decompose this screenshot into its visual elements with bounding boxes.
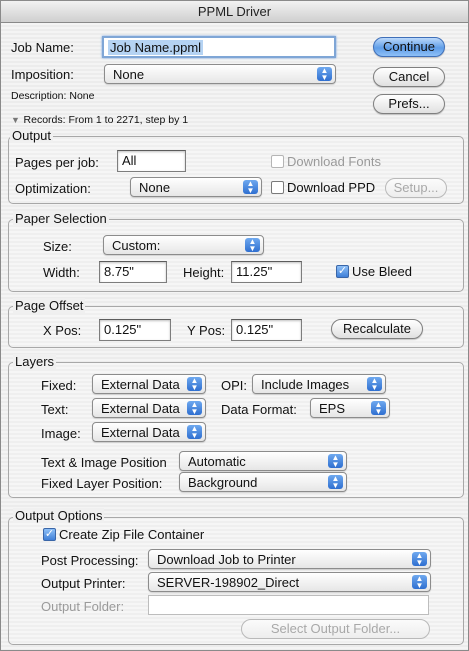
- height-field[interactable]: 11.25": [231, 261, 302, 283]
- select-output-folder-button[interactable]: Select Output Folder...: [241, 619, 430, 639]
- download-ppd-checkbox[interactable]: [271, 181, 284, 194]
- optimization-value: None: [139, 180, 171, 195]
- y-pos-label: Y Pos:: [187, 323, 226, 338]
- x-pos-label: X Pos:: [43, 323, 82, 338]
- image-value: External Data: [101, 425, 180, 440]
- width-label: Width:: [43, 265, 80, 280]
- popup-arrows-icon: ▲ ▼: [412, 552, 427, 567]
- post-processing-value: Download Job to Printer: [157, 552, 296, 567]
- download-fonts-checkbox[interactable]: [271, 155, 284, 168]
- output-printer-value: SERVER-198902_Direct: [157, 575, 300, 590]
- image-select[interactable]: External Data ▲ ▼: [92, 422, 206, 442]
- height-label: Height:: [183, 265, 225, 280]
- use-bleed-label: Use Bleed: [352, 264, 412, 279]
- popup-arrows-icon: ▲ ▼: [243, 180, 258, 195]
- fixed-select[interactable]: External Data ▲ ▼: [92, 374, 206, 394]
- description-text: Description: None: [11, 90, 95, 102]
- post-processing-select[interactable]: Download Job to Printer ▲ ▼: [148, 549, 431, 569]
- popup-arrows-icon: ▲ ▼: [367, 377, 382, 392]
- fixed-layer-position-value: Background: [188, 475, 258, 490]
- imposition-label: Imposition:: [11, 67, 74, 82]
- popup-arrows-icon: ▲ ▼: [187, 401, 202, 416]
- layers-legend: Layers: [13, 354, 57, 369]
- job-name-value: Job Name.ppml: [108, 40, 204, 55]
- job-name-label: Job Name:: [11, 40, 74, 55]
- create-zip-checkbox[interactable]: ✓: [43, 528, 56, 541]
- post-processing-label: Post Processing:: [41, 553, 139, 568]
- output-legend: Output: [10, 128, 54, 143]
- fixed-layer-position-select[interactable]: Background ▲ ▼: [179, 472, 347, 492]
- popup-arrows-icon: ▲ ▼: [328, 454, 343, 469]
- popup-arrows-icon: ▲ ▼: [245, 238, 260, 253]
- popup-arrows-icon: ▲ ▼: [371, 401, 386, 416]
- opi-value: Include Images: [261, 377, 350, 392]
- recalculate-button[interactable]: Recalculate: [331, 319, 423, 339]
- popup-arrows-icon: ▲ ▼: [187, 377, 202, 392]
- use-bleed-checkbox[interactable]: ✓: [336, 265, 349, 278]
- setup-button[interactable]: Setup...: [385, 178, 447, 198]
- optimization-select[interactable]: None ▲ ▼: [130, 177, 262, 197]
- imposition-select[interactable]: None ▲ ▼: [104, 64, 336, 84]
- text-label: Text:: [41, 402, 69, 417]
- records-disclosure[interactable]: ▼ Records: From 1 to 2271, step by 1: [11, 111, 188, 126]
- size-select[interactable]: Custom: ▲ ▼: [103, 235, 264, 255]
- data-format-label: Data Format:: [221, 402, 297, 417]
- popup-arrows-icon: ▲ ▼: [317, 67, 332, 82]
- imposition-value: None: [113, 67, 145, 82]
- fixed-layer-position-label: Fixed Layer Position:: [41, 476, 163, 491]
- cancel-button[interactable]: Cancel: [373, 67, 445, 87]
- page-offset-legend: Page Offset: [13, 298, 86, 313]
- output-printer-label: Output Printer:: [41, 576, 126, 591]
- image-label: Image:: [41, 426, 81, 441]
- text-image-position-label: Text & Image Position: [41, 455, 167, 470]
- width-field[interactable]: 8.75": [99, 261, 167, 283]
- output-printer-select[interactable]: SERVER-198902_Direct ▲ ▼: [148, 572, 431, 592]
- size-label: Size:: [43, 239, 72, 254]
- download-fonts-label: Download Fonts: [287, 154, 381, 169]
- size-value: Custom:: [112, 238, 161, 253]
- text-image-position-value: Automatic: [188, 454, 246, 469]
- output-options-legend: Output Options: [13, 508, 105, 523]
- opi-label: OPI:: [221, 378, 248, 393]
- fixed-label: Fixed:: [41, 378, 77, 393]
- opi-select[interactable]: Include Images ▲ ▼: [252, 374, 386, 394]
- fixed-value: External Data: [101, 377, 180, 392]
- text-value: External Data: [101, 401, 180, 416]
- optimization-label: Optimization:: [15, 181, 91, 196]
- job-name-field[interactable]: Job Name.ppml: [102, 36, 336, 58]
- download-ppd-label: Download PPD: [287, 180, 376, 195]
- x-pos-field[interactable]: 0.125": [99, 319, 171, 341]
- ppml-driver-dialog: PPML Driver Job Name: Job Name.ppml Cont…: [0, 0, 469, 651]
- data-format-value: EPS: [319, 401, 346, 416]
- output-folder-label: Output Folder:: [41, 599, 125, 614]
- prefs-button[interactable]: Prefs...: [373, 94, 445, 114]
- disclosure-triangle-icon: ▼: [11, 115, 20, 125]
- popup-arrows-icon: ▲ ▼: [187, 425, 202, 440]
- popup-arrows-icon: ▲ ▼: [328, 475, 343, 490]
- pages-per-job-label: Pages per job:: [15, 155, 99, 170]
- popup-arrows-icon: ▲ ▼: [412, 575, 427, 590]
- window-title: PPML Driver: [1, 1, 468, 23]
- continue-button[interactable]: Continue: [373, 37, 445, 57]
- paper-selection-legend: Paper Selection: [13, 211, 109, 226]
- y-pos-field[interactable]: 0.125": [231, 319, 302, 341]
- text-select[interactable]: External Data ▲ ▼: [92, 398, 206, 418]
- data-format-select[interactable]: EPS ▲ ▼: [310, 398, 390, 418]
- pages-per-job-field[interactable]: All: [117, 150, 186, 172]
- create-zip-label: Create Zip File Container: [59, 527, 205, 542]
- output-folder-field[interactable]: [148, 595, 429, 615]
- records-text: Records: From 1 to 2271, step by 1: [23, 114, 189, 126]
- text-image-position-select[interactable]: Automatic ▲ ▼: [179, 451, 347, 471]
